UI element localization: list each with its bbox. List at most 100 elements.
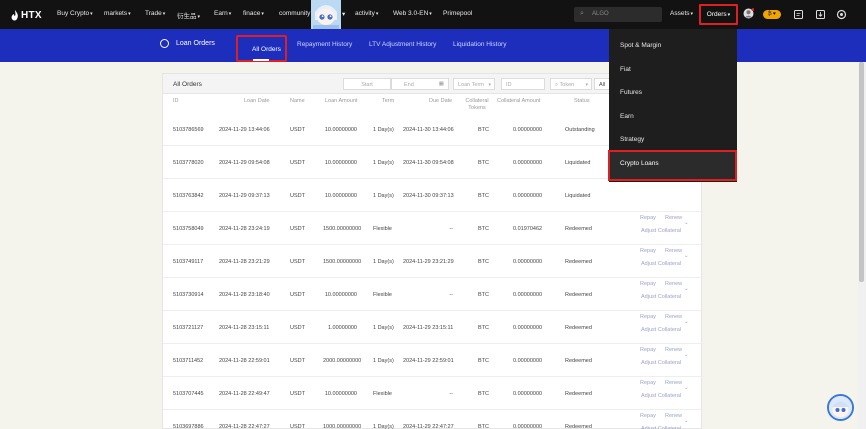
adjust-collateral-button[interactable]: Adjust Collateral: [641, 261, 681, 267]
repay-button[interactable]: Repay: [640, 281, 656, 287]
caret-down-icon: ▾: [128, 11, 131, 17]
chevron-down-icon[interactable]: ⌄: [684, 418, 689, 424]
page-scrollbar[interactable]: [858, 62, 866, 429]
table-row[interactable]: 5103758049 2024-11-28 23:24:19 USDT 1500.00…: [163, 212, 703, 245]
table-row[interactable]: 5103697886 2024-11-28 22:47:27 USDT 1000.00…: [163, 410, 703, 429]
cell-loan-amount: 2000.00000000: [323, 358, 362, 364]
repay-button[interactable]: Repay: [640, 380, 656, 386]
table-row[interactable]: 5103749117 2024-11-28 23:21:29 USDT 1500.00…: [163, 245, 703, 278]
loan-term-select[interactable]: Loan Term ▾: [453, 78, 495, 90]
table-row[interactable]: 5103711452 2024-11-28 22:59:01 USDT 2000.00…: [163, 344, 703, 377]
nav-primepool[interactable]: Primepool: [443, 10, 472, 17]
chevron-down-icon[interactable]: ⌄: [684, 352, 689, 358]
nav-trade[interactable]: Trade▾: [145, 10, 165, 17]
support-chat-button[interactable]: [827, 394, 854, 421]
chevron-down-icon[interactable]: ⌄: [684, 385, 689, 391]
adjust-collateral-button[interactable]: Adjust Collateral: [641, 327, 681, 333]
tab-repayment-history[interactable]: Repayment History: [297, 41, 352, 48]
caret-down-icon: ▾: [197, 14, 201, 20]
download-icon[interactable]: [815, 9, 826, 20]
repay-button[interactable]: Repay: [640, 314, 656, 320]
cell-name: USDT: [290, 325, 305, 331]
nav-web3[interactable]: Web 3.0-EN▾: [393, 10, 432, 17]
menu-item-spot-margin[interactable]: Spot & Margin: [620, 42, 661, 49]
cell-loan-amount: 10.00000000: [324, 160, 357, 166]
cell-due-date: 2024-11-29 23:15:11: [403, 325, 454, 331]
chevron-down-icon[interactable]: ⌄: [684, 220, 689, 226]
chevron-down-icon[interactable]: ⌄: [684, 253, 689, 259]
adjust-collateral-button[interactable]: Adjust Collateral: [641, 360, 681, 366]
menu-item-futures[interactable]: Futures: [620, 89, 642, 96]
renew-button[interactable]: Renew: [665, 413, 682, 419]
renew-button[interactable]: Renew: [665, 215, 682, 221]
table-row[interactable]: 5103721127 2024-11-28 23:15:11 USDT 1.00000…: [163, 311, 703, 344]
cell-collateral-amount: 0.00000000: [513, 160, 543, 166]
nav-finance[interactable]: finace▾: [243, 10, 264, 17]
nav-label: activity: [355, 10, 375, 17]
mascot-icon: [311, 0, 341, 29]
renew-button[interactable]: Renew: [665, 281, 682, 287]
renew-button[interactable]: Renew: [665, 314, 682, 320]
scrollbar-thumb[interactable]: [859, 62, 864, 282]
renew-button[interactable]: Renew: [665, 380, 682, 386]
status-badge: Redeemed: [565, 325, 592, 331]
header-collateral-amount: Collateral Amount: [497, 98, 541, 104]
nav-label: Primepool: [443, 10, 473, 17]
nav-earn[interactable]: Earn▾: [214, 10, 231, 17]
repay-button[interactable]: Repay: [640, 413, 656, 419]
caret-down-icon[interactable]: ▾: [342, 10, 345, 18]
token-select[interactable]: ⌕ Token ▾: [550, 78, 592, 90]
menu-item-crypto-loans[interactable]: Crypto Loans: [608, 150, 737, 181]
caret-down-icon: ▾: [162, 11, 166, 17]
tab-ltv-adjustment-history[interactable]: LTV Adjustment History: [369, 41, 436, 48]
nav-buy-crypto[interactable]: Buy Crypto▾: [57, 10, 93, 17]
nav-community[interactable]: community: [279, 10, 310, 17]
tab-liquidation-history[interactable]: Liquidation History: [453, 41, 506, 48]
status-badge: Redeemed: [565, 424, 592, 429]
cell-collateral-token: BTC: [478, 391, 489, 397]
chevron-down-icon[interactable]: ⌄: [684, 319, 689, 325]
nav-activity[interactable]: activity▾: [355, 10, 378, 17]
menu-item-fiat[interactable]: Fiat: [620, 66, 631, 73]
cell-name: USDT: [290, 292, 305, 298]
nav-markets[interactable]: markets▾: [104, 10, 131, 17]
end-date-input[interactable]: End ▦: [391, 78, 449, 90]
chevron-down-icon[interactable]: ⌄: [684, 286, 689, 292]
settings-icon[interactable]: [836, 9, 847, 20]
search-input[interactable]: ⌕ ALGO: [574, 7, 662, 22]
cell-loan-amount: 10.00000000: [324, 391, 357, 397]
table-row[interactable]: 5103763842 2024-11-29 09:37:13 USDT 10.0000…: [163, 179, 703, 212]
repay-button[interactable]: Repay: [640, 215, 656, 221]
reward-badge[interactable]: ₿ ♥: [763, 10, 781, 19]
message-icon[interactable]: [793, 9, 804, 20]
menu-item-strategy[interactable]: Strategy: [620, 136, 644, 143]
table-row[interactable]: 5103730914 2024-11-28 23:18:40 USDT 10.0000…: [163, 278, 703, 311]
orders-button[interactable]: Orders ▾: [699, 4, 738, 25]
renew-button[interactable]: Renew: [665, 347, 682, 353]
nav-derivatives[interactable]: 衍生品▾: [177, 10, 200, 20]
cell-collateral-token: BTC: [478, 259, 489, 265]
status-badge: Redeemed: [565, 292, 592, 298]
caret-down-icon: ▾: [727, 11, 731, 18]
htx-logo[interactable]: HTX: [11, 8, 42, 22]
menu-item-earn[interactable]: Earn: [620, 113, 634, 120]
adjust-collateral-button[interactable]: Adjust Collateral: [641, 228, 681, 234]
start-date-input[interactable]: Start: [343, 78, 391, 90]
adjust-collateral-button[interactable]: Adjust Collateral: [641, 294, 681, 300]
avatar[interactable]: [743, 8, 755, 19]
table-row[interactable]: 5103707445 2024-11-28 22:49:47 USDT 10.0000…: [163, 377, 703, 410]
cell-loan-amount: 1.00000000: [327, 325, 357, 331]
cell-due-date: 2024-11-30 09:37:13: [403, 193, 454, 199]
cell-due-date: 2024-11-29 22:47:27: [403, 424, 454, 429]
mascot-banner[interactable]: [311, 0, 341, 29]
cell-loan-amount: 1500.00000000: [323, 259, 362, 265]
renew-button[interactable]: Renew: [665, 248, 682, 254]
repay-button[interactable]: Repay: [640, 347, 656, 353]
nav-label: Earn: [214, 10, 228, 17]
id-input[interactable]: ID: [501, 78, 545, 90]
header-id: ID: [173, 98, 179, 104]
tab-all-orders[interactable]: All Orders: [236, 35, 287, 62]
adjust-collateral-button[interactable]: Adjust Collateral: [641, 393, 681, 399]
nav-assets[interactable]: Assets▾: [670, 10, 693, 17]
repay-button[interactable]: Repay: [640, 248, 656, 254]
